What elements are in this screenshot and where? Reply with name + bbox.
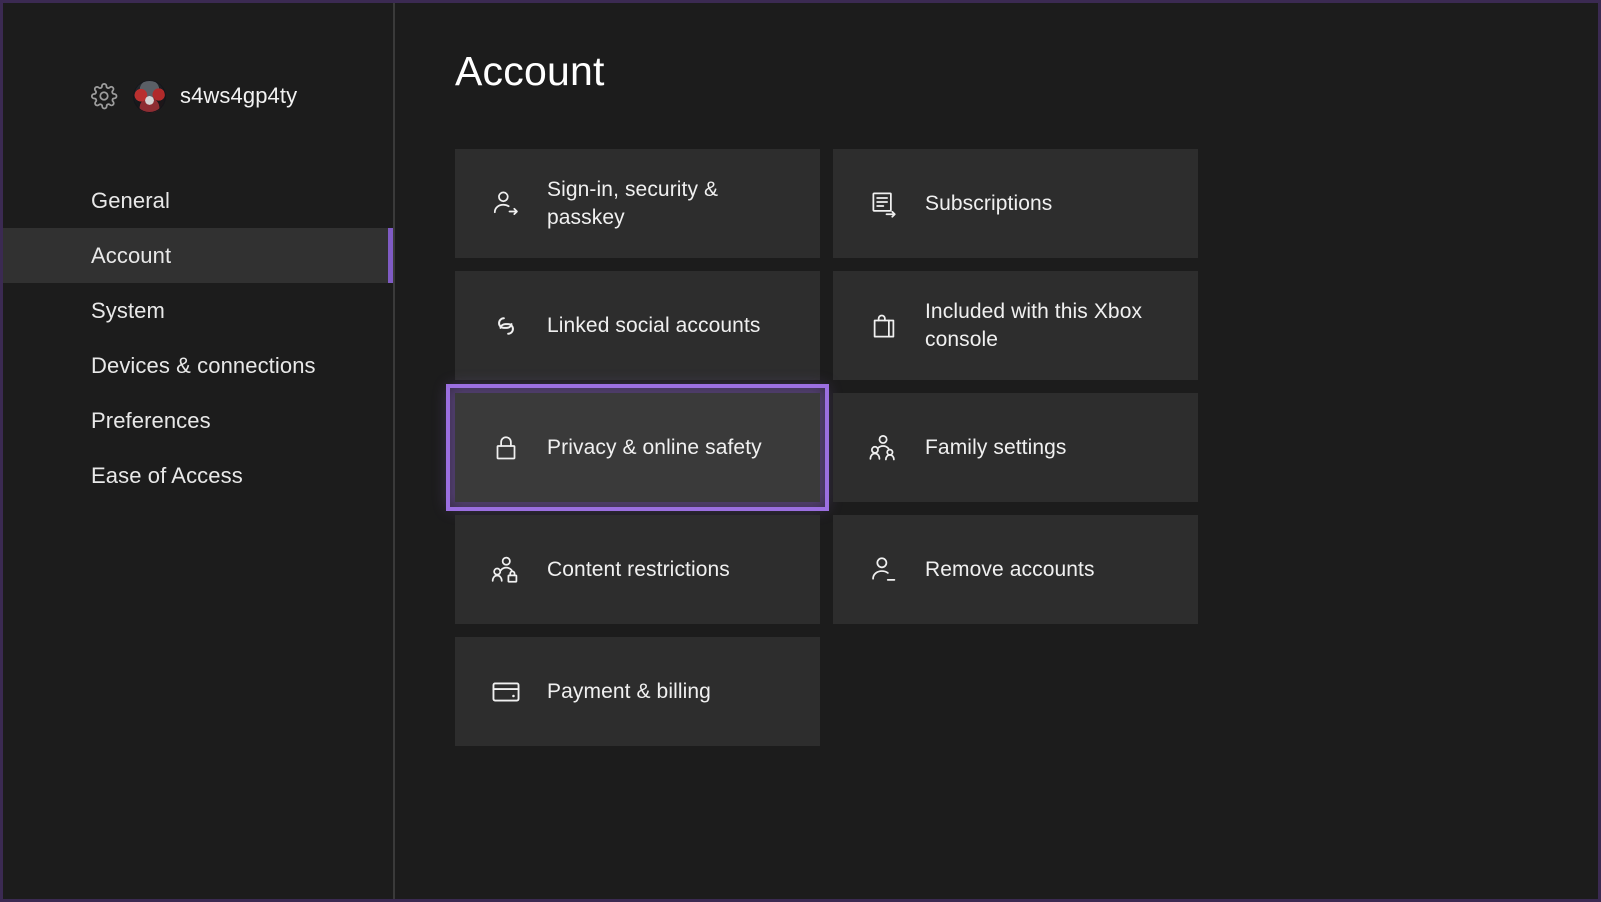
sidebar-item-general[interactable]: General: [3, 173, 395, 228]
person-minus-icon: [867, 553, 901, 587]
tile-family-settings[interactable]: Family settings: [833, 393, 1198, 502]
document-arrow-icon: [867, 187, 901, 221]
lock-icon: [489, 431, 523, 465]
profile-gamertag: s4ws4gp4ty: [180, 83, 298, 108]
shopping-bag-icon: [867, 309, 901, 343]
tile-grid-empty-cell: [833, 637, 1198, 746]
people-group-icon: [867, 431, 901, 465]
sidebar-item-label: Ease of Access: [91, 462, 243, 488]
account-tile-grid: Sign-in, security & passkey Subscription…: [446, 149, 1198, 746]
tile-payment-and-billing[interactable]: Payment & billing: [455, 637, 820, 746]
tile-remove-accounts[interactable]: Remove accounts: [833, 515, 1198, 624]
credit-card-icon: [489, 675, 523, 709]
profile-header[interactable]: s4ws4gp4ty: [3, 3, 395, 127]
gear-icon[interactable]: [89, 81, 119, 111]
person-arrow-icon: [489, 187, 523, 221]
page-title: Account: [455, 48, 605, 94]
sidebar-item-label: System: [91, 297, 165, 323]
tile-label: Content restrictions: [547, 557, 730, 581]
tile-privacy-and-online-safety[interactable]: Privacy & online safety: [446, 384, 829, 511]
tile-label: Included with this Xbox console: [925, 299, 1143, 351]
tile-included-with-this-xbox-console[interactable]: Included with this Xbox console: [833, 271, 1198, 380]
sidebar-nav: General Account System Devices & connect…: [3, 173, 395, 503]
tile-label: Sign-in, security & passkey: [547, 177, 719, 229]
avatar[interactable]: [133, 79, 166, 113]
tile-label: Remove accounts: [925, 557, 1095, 581]
tile-linked-social-accounts[interactable]: Linked social accounts: [455, 271, 820, 380]
sidebar-item-label: Account: [91, 242, 172, 268]
sidebar-item-label: Devices & connections: [91, 352, 316, 378]
sidebar-item-ease-of-access[interactable]: Ease of Access: [3, 448, 395, 503]
sidebar-item-devices-connections[interactable]: Devices & connections: [3, 338, 395, 393]
sidebar-item-label: General: [91, 187, 170, 213]
tile-label: Family settings: [925, 435, 1067, 459]
tile-label: Subscriptions: [925, 191, 1053, 215]
sidebar-item-label: Preferences: [91, 407, 211, 433]
tile-subscriptions[interactable]: Subscriptions: [833, 149, 1198, 258]
people-lock-icon: [489, 553, 523, 587]
tile-label: Payment & billing: [547, 679, 711, 703]
tile-label: Privacy & online safety: [547, 435, 762, 459]
main-content: Account Sign-in, security & passkey Subs…: [395, 3, 1598, 899]
tile-sign-in-security-passkey[interactable]: Sign-in, security & passkey: [455, 149, 820, 258]
sidebar-item-account[interactable]: Account: [3, 228, 395, 283]
sidebar-item-system[interactable]: System: [3, 283, 395, 338]
sidebar: s4ws4gp4ty General Account System Device…: [3, 3, 395, 899]
tile-content-restrictions[interactable]: Content restrictions: [455, 515, 820, 624]
sidebar-item-preferences[interactable]: Preferences: [3, 393, 395, 448]
xbox-settings-screen: s4ws4gp4ty General Account System Device…: [0, 0, 1601, 902]
link-icon: [489, 309, 523, 343]
tile-label: Linked social accounts: [547, 313, 761, 337]
